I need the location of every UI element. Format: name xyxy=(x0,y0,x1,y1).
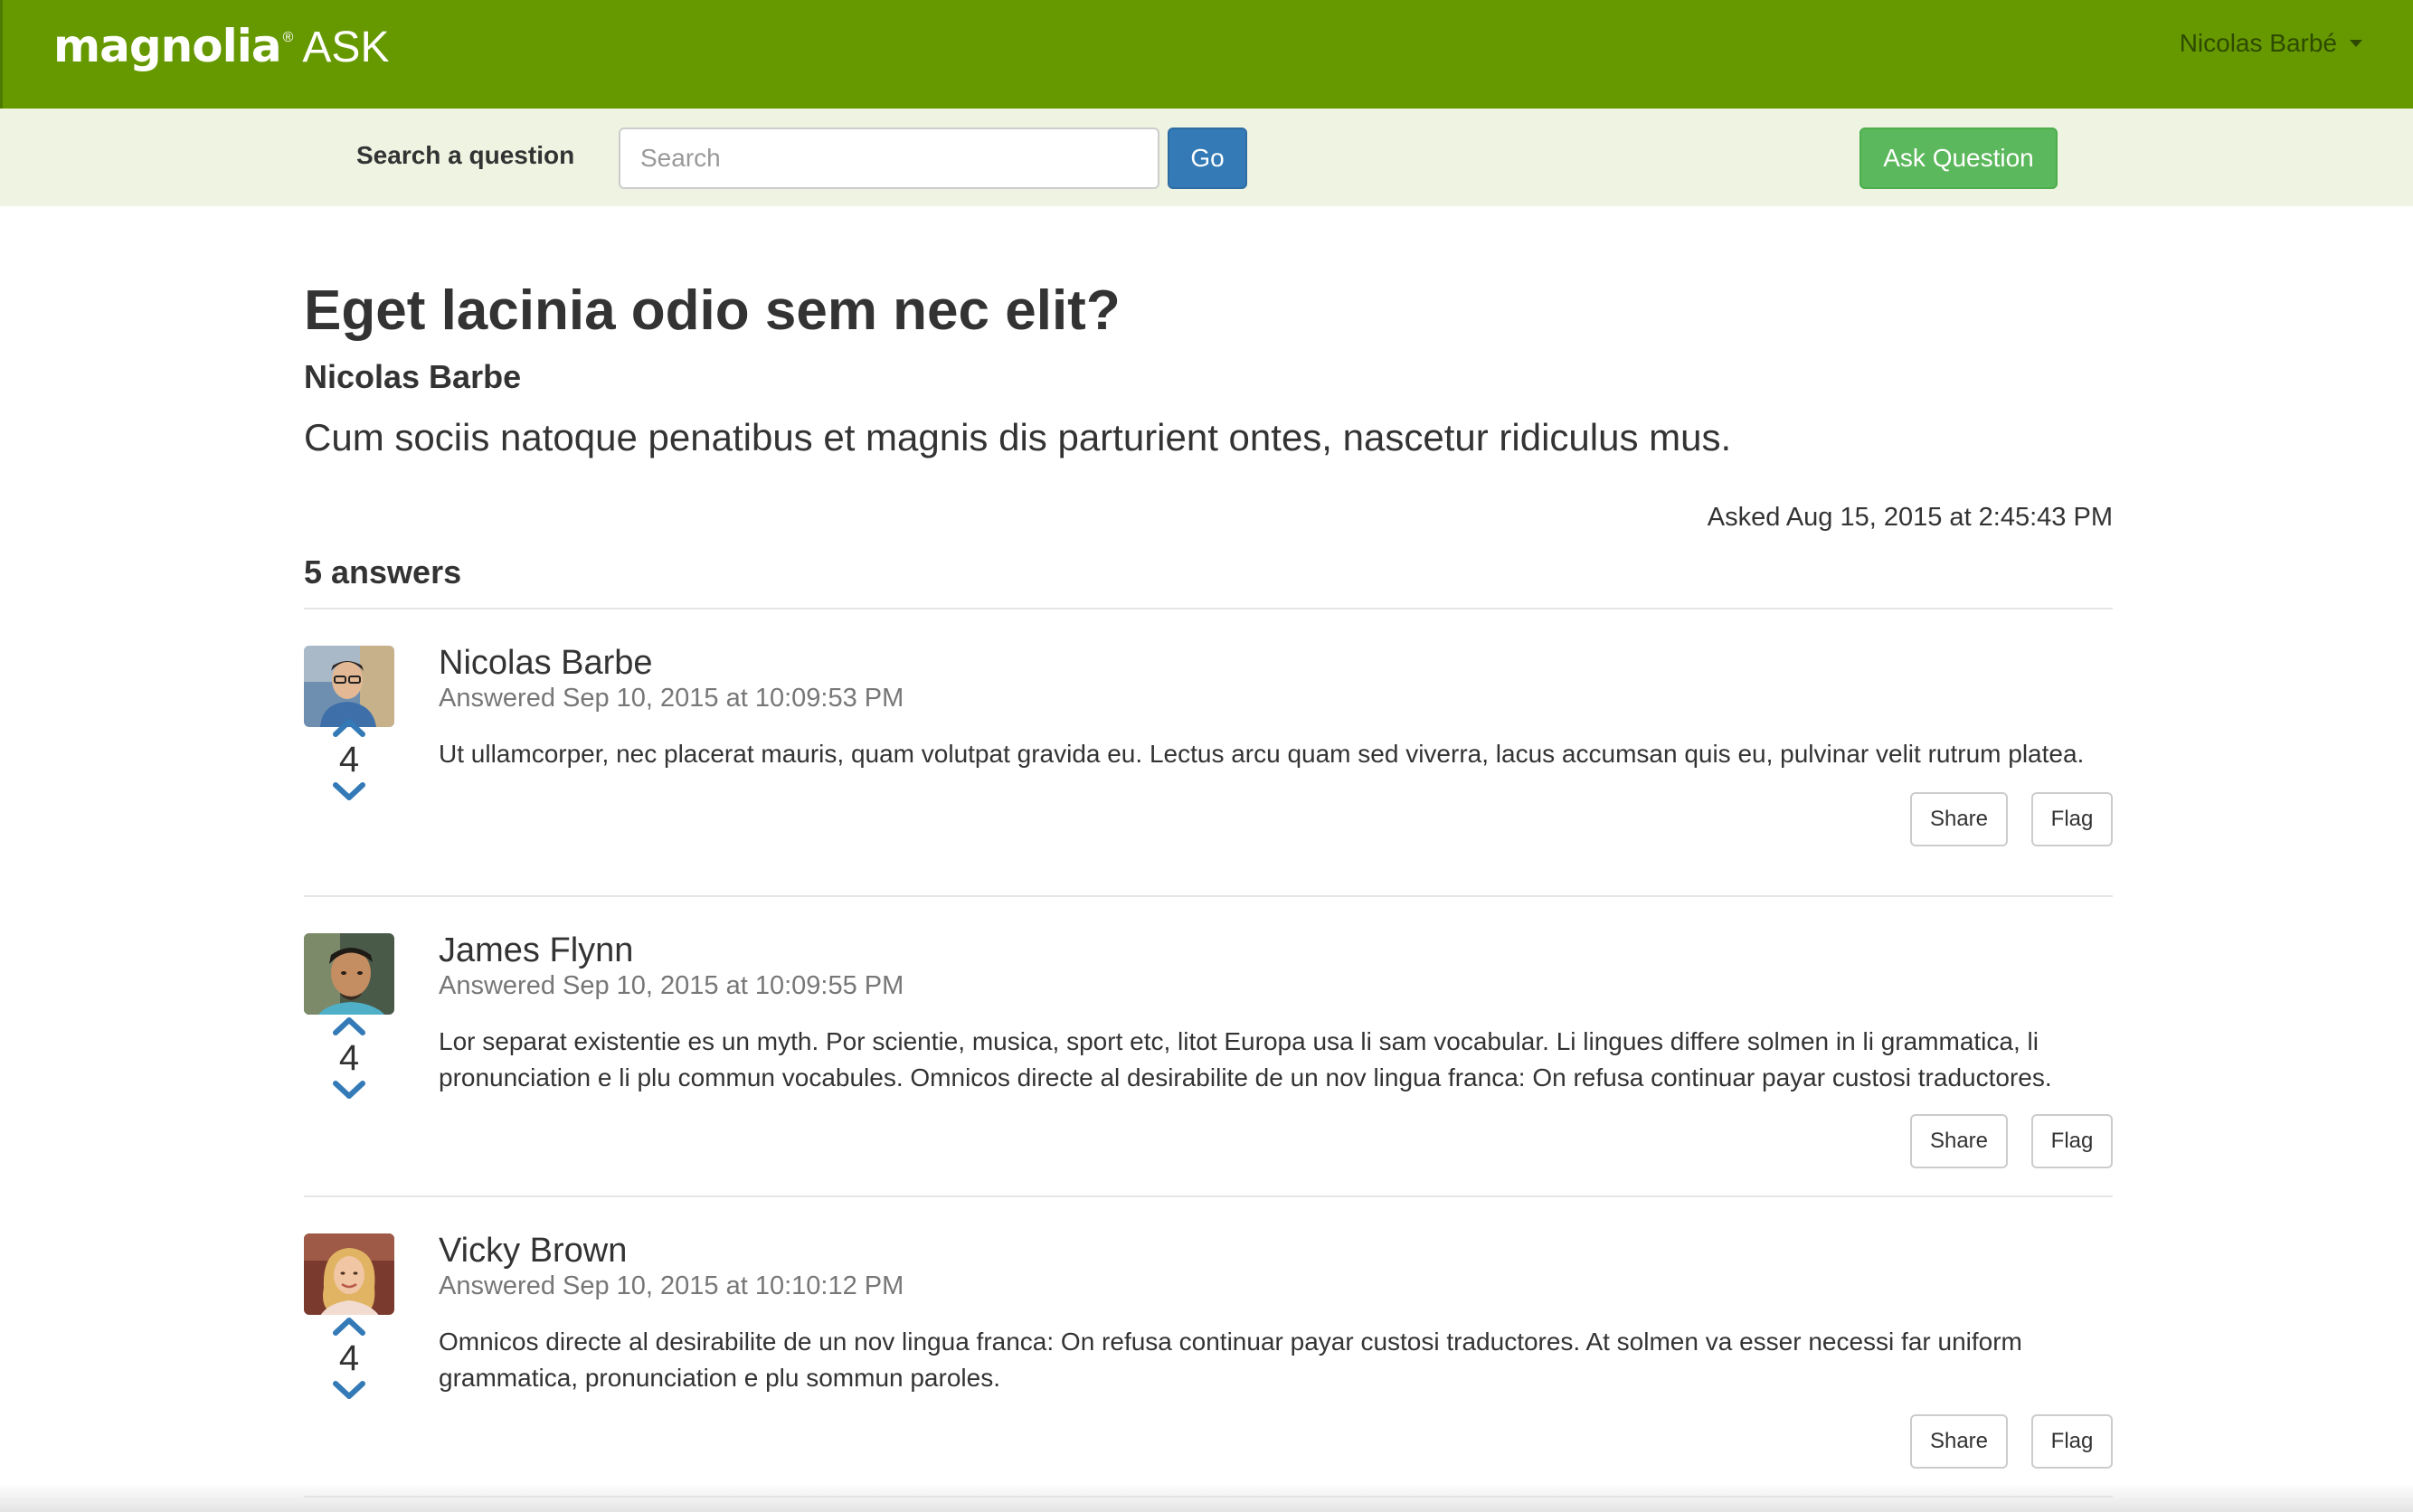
logo-registered-mark: ® xyxy=(282,30,294,45)
logo-app-name: ASK xyxy=(302,24,390,71)
vote-count: 4 xyxy=(338,740,360,780)
vote-count: 4 xyxy=(338,1038,360,1078)
vote-control: 4 xyxy=(304,1015,394,1101)
avatar xyxy=(304,933,394,1015)
question-asked-date: Asked Aug 15, 2015 at 2:45:43 PM xyxy=(1707,503,2113,532)
answer-item: 4 Vicky Brown Answered Sep 10, 2015 at 1… xyxy=(304,1197,2113,1498)
user-menu[interactable]: Nicolas Barbé xyxy=(2180,29,2362,58)
flag-button[interactable]: Flag xyxy=(2031,1414,2113,1469)
top-navbar: magnolia ® ASK Nicolas Barbé xyxy=(0,0,2413,109)
chevron-down-icon[interactable] xyxy=(332,1380,366,1402)
question-author: Nicolas Barbe xyxy=(304,358,522,395)
flag-button[interactable]: Flag xyxy=(2031,792,2113,846)
question-body: Cum sociis natoque penatibus et magnis d… xyxy=(304,416,1732,458)
answer-author: Nicolas Barbe xyxy=(439,644,653,682)
answers-list: 4 Nicolas Barbe Answered Sep 10, 2015 at… xyxy=(304,608,2113,1498)
chevron-up-icon[interactable] xyxy=(332,716,366,738)
avatar xyxy=(304,646,394,727)
question-title: Eget lacinia odio sem nec elit? xyxy=(304,279,1121,342)
vote-count: 4 xyxy=(338,1338,360,1378)
avatar xyxy=(304,1233,394,1315)
search-label: Search a question xyxy=(356,141,575,169)
vote-control: 4 xyxy=(304,1315,394,1402)
logo-word: magnolia xyxy=(53,20,282,72)
chevron-down-icon[interactable] xyxy=(332,781,366,803)
user-menu-name: Nicolas Barbé xyxy=(2179,29,2337,57)
share-button[interactable]: Share xyxy=(1910,1414,2008,1469)
answer-body: Omnicos directe al desirabilite de un no… xyxy=(439,1328,2022,1392)
answer-item: 4 James Flynn Answered Sep 10, 2015 at 1… xyxy=(304,897,2113,1197)
search-bar: Search a question Go Ask Question xyxy=(0,109,2413,206)
avatar-image xyxy=(304,933,394,1015)
ask-question-button[interactable]: Ask Question xyxy=(1859,128,2058,189)
logo[interactable]: magnolia ® ASK xyxy=(53,13,389,94)
avatar-image xyxy=(304,646,394,727)
vote-control: 4 xyxy=(304,716,394,803)
answer-date: Answered Sep 10, 2015 at 10:10:12 PM xyxy=(439,1271,904,1300)
search-input[interactable] xyxy=(619,128,1159,189)
answer-body: Ut ullamcorper, nec placerat mauris, qua… xyxy=(439,740,2085,768)
answer-date: Answered Sep 10, 2015 at 10:09:55 PM xyxy=(439,971,904,1000)
avatar-image xyxy=(304,1233,394,1315)
flag-button[interactable]: Flag xyxy=(2031,1114,2113,1168)
chevron-down-icon[interactable] xyxy=(332,1080,366,1101)
answer-author: James Flynn xyxy=(439,931,634,969)
caret-down-icon xyxy=(2350,40,2362,47)
chevron-up-icon[interactable] xyxy=(332,1015,366,1036)
go-button[interactable]: Go xyxy=(1168,128,1247,189)
answer-item: 4 Nicolas Barbe Answered Sep 10, 2015 at… xyxy=(304,610,2113,897)
answer-body: Lor separat existentie es un myth. Por s… xyxy=(439,1027,2052,1091)
share-button[interactable]: Share xyxy=(1910,792,2008,846)
chevron-up-icon[interactable] xyxy=(332,1315,366,1337)
answers-count: 5 answers xyxy=(304,553,462,591)
bottom-shadow xyxy=(0,1483,2413,1512)
share-button[interactable]: Share xyxy=(1910,1114,2008,1168)
answer-date: Answered Sep 10, 2015 at 10:09:53 PM xyxy=(439,684,904,713)
answer-author: Vicky Brown xyxy=(439,1232,628,1270)
